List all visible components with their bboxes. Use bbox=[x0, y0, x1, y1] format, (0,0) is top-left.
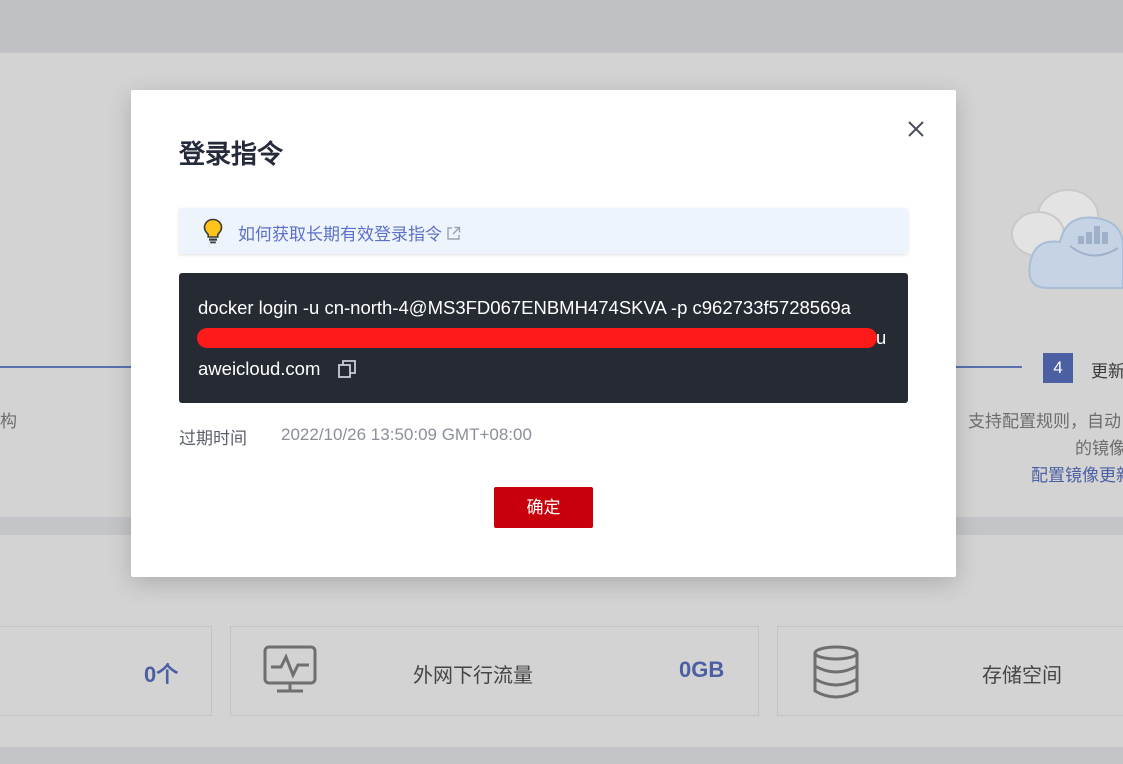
expire-time-value: 2022/10/26 13:50:09 GMT+08:00 bbox=[281, 425, 532, 444]
login-command-dialog: 登录指令 如何获取长期有效登录指令 docker login -u cn-nor… bbox=[131, 90, 956, 577]
command-line-2-tail: u bbox=[876, 327, 887, 348]
command-line-3: aweicloud.com bbox=[198, 358, 321, 379]
tip-bar: 如何获取长期有效登录指令 bbox=[179, 208, 908, 254]
dialog-title: 登录指令 bbox=[179, 140, 284, 170]
redaction-mark bbox=[197, 328, 877, 348]
long-term-login-command-link[interactable]: 如何获取长期有效登录指令 bbox=[238, 220, 461, 245]
login-command-code-box[interactable]: docker login -u cn-north-4@MS3FD067ENBMH… bbox=[179, 273, 908, 403]
confirm-button[interactable]: 确定 bbox=[494, 487, 593, 528]
expire-time-label: 过期时间 bbox=[179, 429, 247, 449]
tip-link-text: 如何获取长期有效登录指令 bbox=[238, 225, 442, 245]
external-link-icon bbox=[447, 226, 461, 240]
close-icon[interactable] bbox=[903, 116, 929, 142]
lightbulb-icon bbox=[203, 218, 223, 244]
copy-icon[interactable] bbox=[337, 359, 357, 379]
command-line-1: docker login -u cn-north-4@MS3FD067ENBMH… bbox=[198, 297, 851, 318]
